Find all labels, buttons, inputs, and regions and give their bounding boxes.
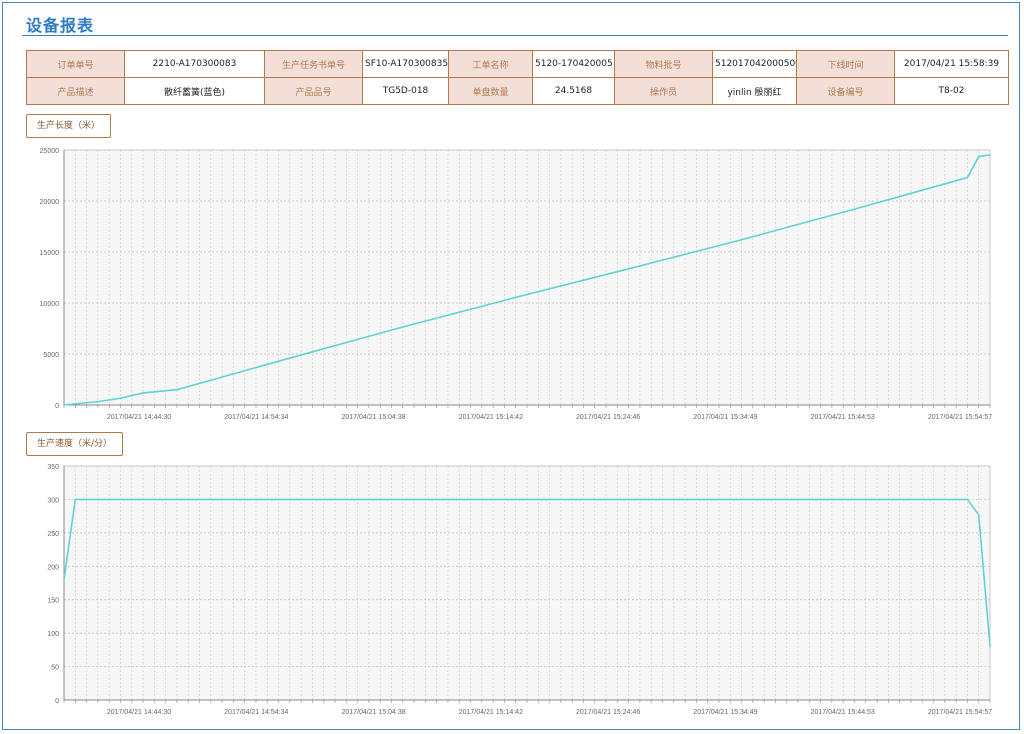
info-value: TG5D-018 <box>362 77 449 105</box>
info-value: 2017/04/21 15:58:39 <box>894 50 1009 78</box>
data-point <box>74 498 77 501</box>
info-value: SF10-A170300835 <box>362 50 449 78</box>
length-chart-tab[interactable]: 生产长度（米） <box>26 114 112 138</box>
data-point <box>63 404 65 406</box>
x-tick-label: 2017/04/21 15:34:49 <box>693 414 757 421</box>
x-tick-label: 2017/04/21 15:24:46 <box>576 709 640 716</box>
x-tick-label: 2017/04/21 15:54:57 <box>928 414 992 421</box>
y-tick-label: 5000 <box>43 352 59 359</box>
info-value: 2210-A170300083 <box>124 50 265 78</box>
data-point <box>966 176 969 179</box>
data-point <box>232 373 235 375</box>
data-point <box>989 154 991 156</box>
speed-chart-tab[interactable]: 生产速度（米/分） <box>26 432 124 456</box>
y-tick-label: 250 <box>47 531 59 538</box>
info-value: T8-02 <box>894 77 1009 105</box>
y-tick-label: 150 <box>47 598 59 605</box>
info-value: 24.5168 <box>532 77 615 105</box>
y-tick-label: 25000 <box>40 148 60 155</box>
x-tick-label: 2017/04/21 15:04:38 <box>341 709 405 716</box>
x-tick-label: 2017/04/21 15:34:49 <box>693 709 757 716</box>
info-label: 单盘数量 <box>448 77 533 105</box>
data-point <box>289 357 291 359</box>
x-tick-label: 2017/04/21 14:44:30 <box>107 414 171 421</box>
data-point <box>514 296 517 299</box>
y-tick-label: 20000 <box>40 199 60 206</box>
y-tick-label: 50 <box>51 665 59 672</box>
x-tick-label: 2017/04/21 15:44:53 <box>811 414 875 421</box>
speed-chart: 0 50 100 150 200 250 300 350 2017/04/21 14:44:30… <box>47 464 992 716</box>
title-divider <box>22 35 1008 36</box>
info-label: 产品品号 <box>264 77 363 105</box>
data-point <box>989 645 991 648</box>
y-tick-label: 0 <box>55 403 59 410</box>
data-point <box>176 388 178 391</box>
data-point <box>401 326 404 328</box>
data-point <box>853 208 856 210</box>
info-label: 设备编号 <box>796 77 895 105</box>
info-label: 操作员 <box>614 77 713 105</box>
y-tick-label: 350 <box>47 464 59 471</box>
x-tick-label: 2017/04/21 15:24:46 <box>576 414 640 421</box>
info-label: 下线时间 <box>796 50 895 78</box>
y-tick-label: 10000 <box>40 301 60 308</box>
data-point <box>142 392 144 394</box>
x-tick-label: 2017/04/21 15:14:42 <box>459 709 523 716</box>
info-value: yinlin 殷丽红 <box>712 77 797 105</box>
data-point <box>119 397 122 400</box>
info-table: 订单单号 2210-A170300083 生产任务书单号 SF10-A17030… <box>26 50 1009 105</box>
x-tick-label: 2017/04/21 14:44:30 <box>107 709 171 716</box>
data-point <box>63 578 65 581</box>
y-tick-label: 0 <box>55 698 59 705</box>
x-tick-label: 2017/04/21 15:14:42 <box>459 414 523 421</box>
x-tick-label: 2017/04/21 15:04:38 <box>341 414 405 421</box>
info-row: 订单单号 2210-A170300083 生产任务书单号 SF10-A17030… <box>26 50 1009 78</box>
y-tick-label: 100 <box>47 631 59 638</box>
y-tick-label: 200 <box>47 564 59 571</box>
data-point <box>85 498 88 501</box>
info-value: 5120170420005000 <box>712 50 797 78</box>
data-point <box>977 155 980 158</box>
info-label: 工单名称 <box>448 50 533 78</box>
x-tick-label: 2017/04/21 14:54:34 <box>224 414 288 421</box>
info-value: 散纤蓄簧(蓝色) <box>124 77 265 105</box>
info-row: 产品描述 散纤蓄簧(蓝色) 产品品号 TG5D-018 单盘数量 24.5168… <box>26 77 1009 105</box>
data-point <box>966 498 969 501</box>
data-point <box>627 268 630 270</box>
info-value: 5120-170420005 <box>532 50 615 78</box>
length-chart: 0 5000 10000 15000 20000 25000 2017/04/21 14:4… <box>40 148 993 421</box>
x-tick-label: 2017/04/21 15:54:57 <box>928 709 992 716</box>
data-point <box>97 400 99 403</box>
y-tick-label: 300 <box>47 497 59 504</box>
info-label: 订单单号 <box>26 50 125 78</box>
info-label: 物料批号 <box>614 50 713 78</box>
data-point <box>977 514 980 516</box>
info-label: 生产任务书单号 <box>264 50 363 78</box>
info-label: 产品描述 <box>26 77 125 105</box>
data-point <box>740 238 743 241</box>
page-title: 设备报表 <box>26 16 95 35</box>
x-tick-label: 2017/04/21 14:54:34 <box>224 709 288 716</box>
x-tick-label: 2017/04/21 15:44:53 <box>811 709 875 716</box>
y-tick-label: 15000 <box>40 250 60 257</box>
